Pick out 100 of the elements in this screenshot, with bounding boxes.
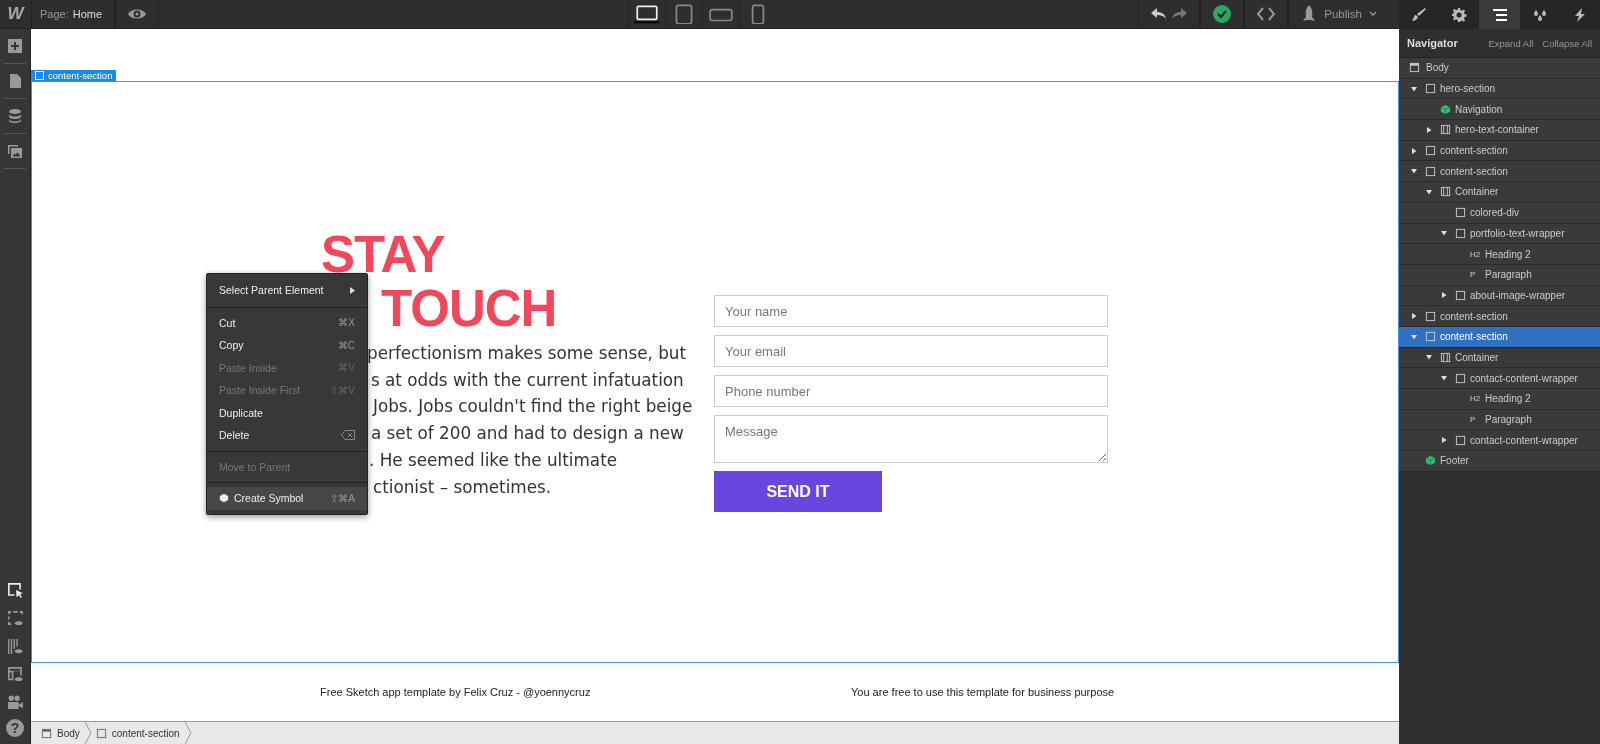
heading-line: STAY — [321, 228, 445, 282]
tree-item[interactable]: H2 Heading 2 — [1399, 389, 1600, 410]
breadcrumb-item[interactable]: content-section — [91, 722, 192, 744]
panel-tab[interactable] — [1479, 0, 1520, 29]
box-icon — [35, 71, 44, 80]
database-icon[interactable] — [7, 108, 23, 124]
breadcrumb-item[interactable]: Body — [37, 722, 92, 744]
box-icon — [95, 727, 107, 739]
caret-down-icon[interactable] — [1441, 230, 1447, 237]
box-icon — [1455, 227, 1466, 239]
message-field[interactable]: Message — [714, 415, 1108, 463]
input-field[interactable]: Phone number — [714, 375, 1108, 407]
tree-item[interactable]: Container — [1399, 182, 1600, 203]
cube-icon — [219, 493, 229, 504]
paragraph-line: ctionist – sometimes. — [373, 476, 552, 497]
window-icon — [1409, 62, 1420, 74]
tree-item[interactable]: H2 Heading 2 — [1399, 244, 1600, 265]
check-icon[interactable] — [1213, 5, 1232, 23]
settings-icon — [1451, 6, 1468, 23]
tree-item[interactable]: Container — [1399, 347, 1600, 369]
box-icon — [1425, 310, 1436, 322]
tree-item[interactable]: P Paragraph — [1399, 409, 1600, 431]
box-icon — [1455, 207, 1466, 219]
send-button[interactable]: SEND IT — [714, 471, 882, 512]
tree-item[interactable]: content-section — [1399, 140, 1600, 162]
caret-down-icon[interactable] — [1411, 85, 1417, 92]
caret-down-icon[interactable] — [1426, 354, 1432, 361]
navigator-icon — [1491, 6, 1508, 23]
tree-item[interactable]: Footer — [1399, 451, 1600, 472]
tree-item[interactable]: hero-section — [1399, 78, 1600, 100]
menu-item[interactable]: Copy ⌘C — [207, 334, 367, 357]
box-icon — [1425, 83, 1436, 95]
input-field[interactable]: Your email — [714, 335, 1108, 367]
tree-item[interactable]: colored-div — [1399, 202, 1600, 224]
box-icon — [1455, 289, 1466, 301]
box-icon — [1425, 331, 1436, 343]
columns-icon — [1440, 124, 1451, 136]
menu-item[interactable]: Cut ⌘X — [207, 311, 367, 334]
images-icon[interactable] — [7, 143, 23, 159]
caret-right-icon[interactable] — [1441, 292, 1447, 299]
undo-icon[interactable] — [1151, 8, 1168, 20]
layout-icon[interactable] — [6, 665, 24, 683]
selection-label: content-section — [31, 70, 117, 81]
page-selector[interactable]: Page: Home — [32, 0, 116, 28]
paragraph-line: a set of 200 and had to design a new — [371, 423, 684, 444]
paragraph-line: Jobs. Jobs couldn't find the right beige — [373, 396, 693, 417]
page-icon[interactable] — [7, 73, 23, 89]
menu-item[interactable]: Create Symbol ⇧⌘A — [207, 487, 367, 510]
menu-item[interactable]: Select Parent Element — [207, 279, 367, 302]
caret-down-icon[interactable] — [1426, 188, 1432, 195]
tree-item[interactable]: P Paragraph — [1399, 264, 1600, 286]
eye-icon[interactable] — [128, 8, 147, 20]
video-camera-icon[interactable] — [6, 693, 24, 711]
expand-all-link[interactable]: Expand All — [1488, 37, 1534, 49]
caret-right-icon[interactable] — [1426, 126, 1432, 133]
caret-down-icon[interactable] — [1411, 168, 1417, 175]
caret-right-icon[interactable] — [1411, 313, 1417, 320]
grid-icon[interactable] — [6, 637, 24, 655]
tree-item[interactable]: content-section — [1399, 306, 1600, 327]
laptop-icon[interactable] — [633, 4, 660, 24]
menu-item[interactable]: Duplicate — [207, 401, 367, 424]
add-icon[interactable] — [7, 38, 23, 54]
tree-item[interactable]: content-section — [1399, 161, 1600, 183]
footer-text: You are free to use this template for business purpose — [851, 686, 1115, 698]
tree-item[interactable]: portfolio-text-wrapper — [1399, 223, 1600, 245]
brush-icon — [1411, 6, 1428, 23]
box-icon — [1425, 165, 1436, 177]
paragraph-line: perfectionism makes some sense, but — [367, 343, 687, 363]
cube-icon — [1425, 455, 1436, 467]
selected-section-outline[interactable] — [31, 81, 1399, 663]
collapse-all-link[interactable]: Collapse All — [1542, 37, 1592, 49]
tree-item[interactable]: contact-content-wrapper — [1399, 430, 1600, 452]
tree-item[interactable]: Body — [1399, 58, 1600, 79]
input-field[interactable]: Your name — [714, 295, 1108, 327]
caret-right-icon[interactable] — [1411, 147, 1417, 154]
caret-right-icon[interactable] — [1441, 437, 1447, 444]
cursor-icon[interactable] — [6, 581, 24, 599]
help-button[interactable]: ? — [6, 719, 24, 737]
window-icon — [41, 727, 52, 739]
logo[interactable]: W — [0, 0, 32, 28]
code-icon[interactable] — [1257, 7, 1276, 21]
publish-button[interactable]: Publish — [1288, 0, 1389, 28]
rocket-icon — [1301, 5, 1318, 23]
paragraph-line: . He seemed like the ultimate — [369, 449, 618, 470]
box-icon — [1455, 372, 1466, 384]
caret-down-icon[interactable] — [1441, 375, 1447, 382]
columns-icon — [1440, 186, 1451, 198]
submenu-arrow-icon — [350, 286, 355, 294]
tree-item[interactable]: hero-text-container — [1399, 120, 1600, 141]
tree-item[interactable]: contact-content-wrapper — [1399, 368, 1600, 389]
box-icon — [1425, 145, 1436, 157]
heading-line: TOUCH — [381, 282, 557, 336]
caret-down-icon[interactable] — [1411, 333, 1417, 340]
menu-item[interactable]: Delete — [207, 424, 367, 447]
tree-item[interactable]: about-image-wrapper — [1399, 285, 1600, 307]
tree-item[interactable]: content-section — [1399, 326, 1600, 348]
tree-item[interactable]: Navigation — [1399, 99, 1600, 121]
preview-icon[interactable] — [6, 609, 24, 627]
cube-icon — [1440, 103, 1451, 115]
box-icon — [1455, 434, 1466, 446]
